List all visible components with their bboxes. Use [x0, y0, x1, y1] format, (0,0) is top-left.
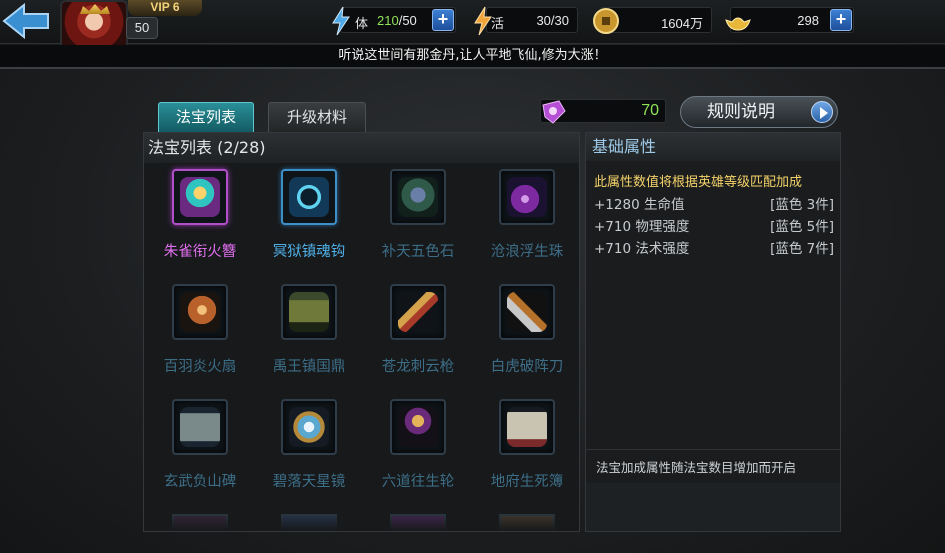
- treasure-name: 朱雀衔火簪: [163, 244, 237, 260]
- treasure-list-title: 法宝列表 (2/28): [144, 133, 579, 163]
- purple-orb-icon: [542, 100, 566, 124]
- attribute-row: +710 物理强度 [蓝色 5件]: [594, 215, 834, 235]
- stamina-resource: 体 210/50 +: [332, 6, 456, 36]
- treasure-name: 碧落天星镜: [272, 474, 346, 490]
- attribute-stat: +710 法术强度: [594, 241, 690, 257]
- vitality-resource: 活 30/30: [474, 6, 578, 36]
- back-arrow-icon: [2, 2, 49, 40]
- attributes-bottom-area: [586, 483, 840, 531]
- back-button[interactable]: [0, 2, 52, 40]
- treasure-grid: 朱雀衔火簪 冥狱镇魂钩 补天五色石 沧浪浮生珠 百羽炎火扇 禹王镇国鼎 苍龙刺云…: [144, 169, 579, 514]
- vitality-label: 活: [491, 16, 505, 31]
- stamina-value: 210/50: [377, 13, 417, 28]
- tab-treasure-list[interactable]: 法宝列表: [158, 102, 254, 132]
- add-stamina-button[interactable]: +: [432, 9, 454, 31]
- treasure-name: 补天五色石: [381, 244, 455, 260]
- treasure-item[interactable]: 碧落天星镜: [255, 399, 363, 514]
- spirit-orb-value: 70: [641, 102, 659, 119]
- gold-value: 1604万: [661, 16, 703, 31]
- scroll-book-icon: [499, 399, 555, 455]
- treasure-name: 百羽炎火扇: [163, 359, 237, 375]
- add-ingot-button[interactable]: +: [830, 9, 852, 31]
- treasure-name: 六道往生轮: [381, 474, 455, 490]
- vitality-value: 30/30: [536, 13, 569, 28]
- rules-button[interactable]: 规则说明: [680, 96, 838, 128]
- ingot-resource: 298 +: [725, 7, 854, 33]
- spirit-orb-resource: 70: [540, 99, 666, 124]
- treasure-name: 禹王镇国鼎: [272, 359, 346, 375]
- attribute-requirement: [蓝色 5件]: [770, 219, 834, 235]
- stamina-max: /50: [398, 13, 417, 28]
- stamina-label: 体: [355, 16, 369, 31]
- cauldron-icon: [281, 284, 337, 340]
- attribute-stat: +1280 生命值: [594, 197, 685, 213]
- treasure-name: 苍龙刺云枪: [381, 359, 455, 375]
- hook-icon: [281, 169, 337, 225]
- treasure-name: 玄武负山碑: [163, 474, 237, 490]
- treasure-item[interactable]: 玄武负山碑: [146, 399, 254, 514]
- treasure-item[interactable]: 禹王镇国鼎: [255, 284, 363, 399]
- play-arrow-icon: [811, 101, 833, 123]
- treasure-name: 沧浪浮生珠: [490, 244, 564, 260]
- mirror-icon: [281, 399, 337, 455]
- attribute-row: +1280 生命值 [蓝色 3件]: [594, 193, 834, 213]
- divider: [586, 449, 840, 450]
- treasure-name: 地府生死簿: [490, 474, 564, 490]
- feather-fan-icon: [172, 284, 228, 340]
- treasure-name: 白虎破阵刀: [490, 359, 564, 375]
- coin-icon: [593, 8, 619, 34]
- crystal-stone-icon: [390, 169, 446, 225]
- blade-icon: [499, 284, 555, 340]
- treasure-name: 冥狱镇魂钩: [272, 244, 346, 260]
- treasure-item[interactable]: 补天五色石: [364, 169, 472, 284]
- rules-button-label: 规则说明: [707, 102, 775, 122]
- attributes-footer-note: 法宝加成属性随法宝数目增加而开启: [596, 460, 797, 475]
- scroll-fade: [144, 509, 579, 531]
- attributes-title: 基础属性: [586, 133, 840, 161]
- vip-badge[interactable]: VIP 6: [128, 0, 202, 16]
- attribute-requirement: [蓝色 7件]: [770, 241, 834, 257]
- ingot-value: 298: [797, 13, 819, 28]
- treasure-item[interactable]: 六道往生轮: [364, 399, 472, 514]
- base-attributes-panel: 基础属性 此属性数值将根据英雄等级匹配加成 +1280 生命值 [蓝色 3件] …: [585, 132, 841, 532]
- treasure-item[interactable]: 朱雀衔火簪: [146, 169, 254, 284]
- pearl-icon: [499, 169, 555, 225]
- hairpin-icon: [172, 169, 228, 225]
- treasure-item[interactable]: 地府生死簿: [473, 399, 579, 514]
- treasure-item[interactable]: 白虎破阵刀: [473, 284, 579, 399]
- player-level: 50: [126, 17, 158, 39]
- treasure-item[interactable]: 冥狱镇魂钩: [255, 169, 363, 284]
- treasure-item[interactable]: 苍龙刺云枪: [364, 284, 472, 399]
- attributes-description: 此属性数值将根据英雄等级匹配加成: [594, 175, 803, 190]
- attribute-row: +710 法术强度 [蓝色 7件]: [594, 237, 834, 257]
- tab-upgrade-materials[interactable]: 升级材料: [268, 102, 366, 132]
- stone-tablet-icon: [172, 399, 228, 455]
- treasure-item[interactable]: 百羽炎火扇: [146, 284, 254, 399]
- wheel-scepter-icon: [390, 399, 446, 455]
- treasure-item[interactable]: 沧浪浮生珠: [473, 169, 579, 284]
- avatar-crown: [80, 4, 110, 14]
- spear-icon: [390, 284, 446, 340]
- treasure-list-panel: 法宝列表 (2/28) 朱雀衔火簪 冥狱镇魂钩 补天五色石 沧浪浮生珠 百羽炎火…: [143, 132, 580, 532]
- gold-resource: 1604万: [593, 7, 712, 34]
- announcement-ticker: 听说这世间有那金丹,让人平地飞仙,修为大涨！: [0, 45, 945, 67]
- attribute-requirement: [蓝色 3件]: [770, 197, 834, 213]
- attribute-stat: +710 物理强度: [594, 219, 690, 235]
- gold-ingot-icon: [725, 17, 751, 31]
- divider: [0, 67, 945, 69]
- stamina-lightning-icon: [332, 6, 350, 36]
- stamina-current: 210: [377, 13, 399, 28]
